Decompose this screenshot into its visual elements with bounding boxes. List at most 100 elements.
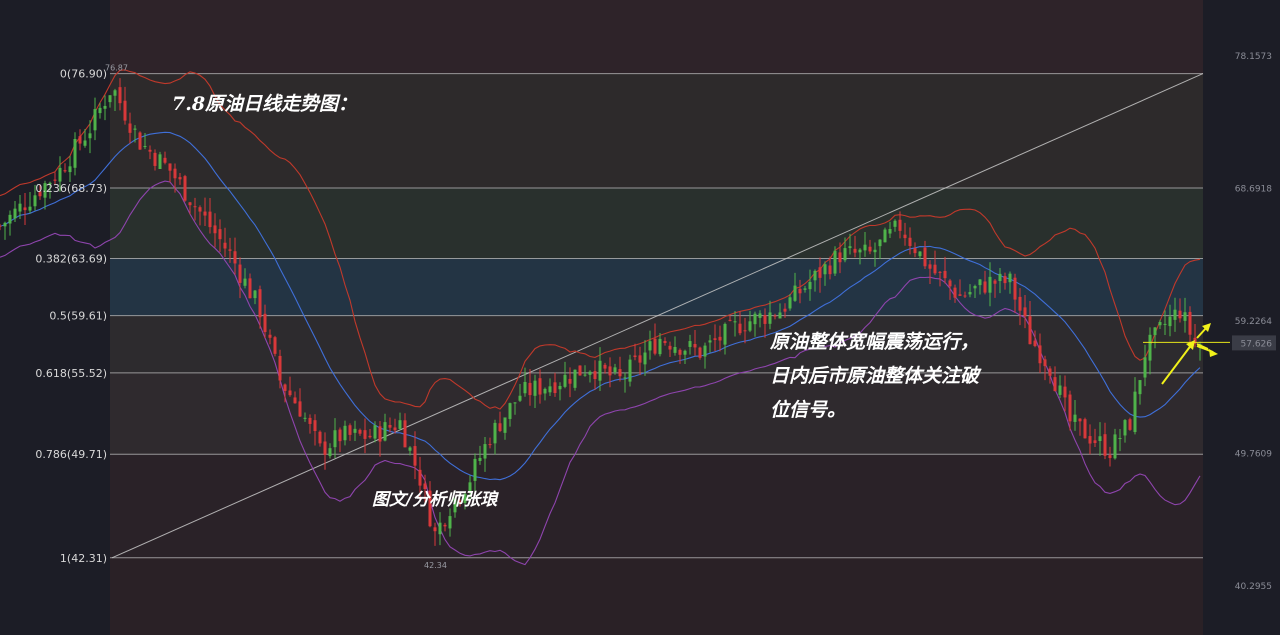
candle-body — [933, 264, 937, 274]
candle-body — [848, 246, 852, 249]
annotation-line-0: 原油整体宽幅震荡运行， — [769, 331, 979, 353]
candle-body — [53, 179, 57, 181]
candle-body — [703, 345, 707, 357]
candle-body — [163, 157, 167, 163]
candle-body — [938, 271, 942, 273]
candle-body — [768, 312, 772, 324]
candle-body — [373, 425, 377, 439]
candle-body — [413, 446, 417, 466]
candle-body — [548, 386, 552, 393]
candle — [138, 131, 142, 150]
candle — [578, 365, 582, 376]
candle-body — [948, 280, 952, 287]
candle-body — [113, 90, 117, 96]
annotation-line-2: 位信号。 — [770, 399, 846, 421]
candle-body — [763, 314, 767, 324]
candle-body — [598, 360, 602, 381]
candle-body — [23, 207, 27, 211]
candle — [3, 221, 7, 240]
candle-body — [813, 270, 817, 281]
candle-body — [68, 166, 72, 173]
candle-body — [178, 177, 182, 180]
candle-body — [1058, 385, 1062, 395]
candle-body — [1133, 391, 1137, 433]
candle-body — [28, 206, 32, 211]
candle-body — [73, 138, 77, 168]
candle-body — [1093, 440, 1097, 444]
candle-body — [233, 251, 237, 264]
candle-body — [623, 377, 627, 379]
candle-body — [478, 457, 482, 461]
candle-body — [238, 264, 242, 283]
candle-body — [773, 315, 777, 317]
candle-body — [308, 417, 312, 424]
candle-body — [923, 247, 927, 267]
candle-body — [833, 250, 837, 274]
fib-zone-0.382 — [110, 258, 1203, 316]
candle-body — [528, 382, 532, 396]
candle-body — [943, 270, 947, 279]
candle-body — [1183, 312, 1187, 321]
candle — [158, 151, 162, 170]
fib-zone-top — [110, 0, 1203, 74]
candle-body — [218, 229, 222, 240]
candle-body — [698, 347, 702, 358]
candle-body — [793, 285, 797, 301]
candle-body — [488, 444, 492, 446]
author-label: 图文/分析师张琅 — [372, 490, 499, 510]
candle-body — [513, 402, 517, 404]
candle-body — [1168, 316, 1172, 327]
candle-body — [1088, 436, 1092, 444]
candle-body — [1158, 322, 1162, 326]
candle-body — [893, 220, 897, 227]
axis-tick-4: 40.2955 — [1235, 582, 1272, 592]
candle-body — [103, 105, 107, 109]
candle-body — [603, 364, 607, 369]
candle-body — [1038, 345, 1042, 364]
candle-body — [268, 334, 272, 338]
candle — [8, 210, 12, 236]
candle-body — [1123, 420, 1127, 436]
candle-body — [743, 330, 747, 332]
candle-body — [338, 429, 342, 442]
candle-body — [493, 422, 497, 444]
candle-body — [128, 123, 132, 133]
price-axis: 78.1573 68.6918 59.2264 49.7609 40.2955 57.62… — [1232, 52, 1276, 592]
candle — [1083, 417, 1087, 439]
candle-body — [728, 319, 732, 321]
candle-body — [443, 524, 447, 527]
candle-body — [123, 100, 127, 121]
candle-body — [473, 458, 477, 481]
axis-tick-0: 78.1573 — [1235, 52, 1272, 62]
candle-body — [248, 278, 252, 299]
candle-body — [148, 149, 152, 152]
candle-body — [998, 273, 1002, 282]
candle-body — [618, 369, 622, 377]
candle-body — [253, 290, 257, 299]
candle-body — [718, 336, 722, 341]
fib-label-0.618: 0.618(55.52) — [35, 367, 107, 380]
candle-body — [498, 423, 502, 432]
candle-body — [188, 202, 192, 206]
candle-body — [573, 369, 577, 388]
candle-body — [648, 341, 652, 351]
candle-body — [323, 441, 327, 455]
candle-body — [293, 397, 297, 404]
candle-body — [263, 313, 267, 333]
candle-body — [1068, 394, 1072, 422]
candle-body — [368, 435, 372, 438]
candle — [63, 163, 67, 173]
candle-body — [403, 420, 407, 448]
candle-body — [108, 95, 112, 103]
candle-body — [423, 483, 427, 490]
candle-body — [733, 321, 737, 323]
candle-body — [928, 264, 932, 269]
candle-body — [298, 401, 302, 417]
candle-body — [973, 285, 977, 289]
candle-body — [1028, 316, 1032, 345]
candle-body — [343, 425, 347, 441]
candle-body — [953, 287, 957, 298]
candle-body — [303, 417, 307, 419]
candle-body — [983, 281, 987, 293]
candle-body — [613, 367, 617, 373]
